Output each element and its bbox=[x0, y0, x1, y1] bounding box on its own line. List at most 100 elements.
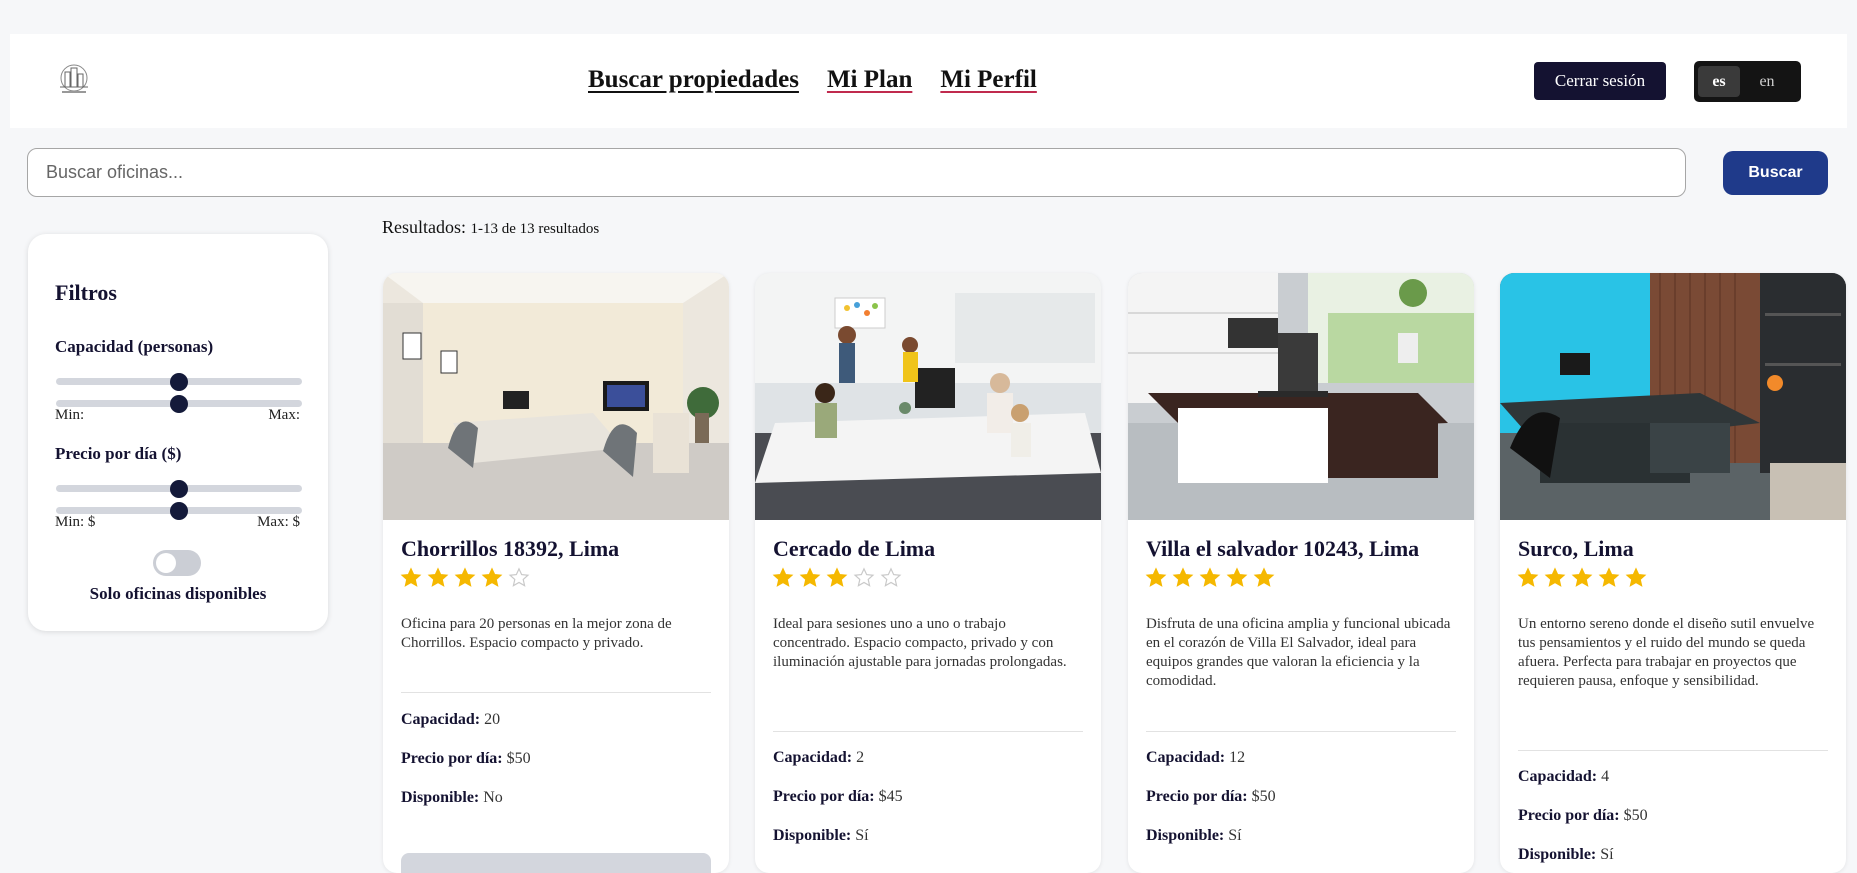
availability-label: Disponible: bbox=[1146, 827, 1225, 844]
price-filter-label: Precio por día ($) bbox=[55, 444, 182, 463]
star-filled-icon bbox=[1145, 567, 1167, 587]
price-label: Precio por día: bbox=[1518, 807, 1620, 824]
card-description: Oficina para 20 personas en la mejor zon… bbox=[401, 616, 672, 651]
price-row: Precio por día: $45 bbox=[773, 788, 903, 806]
available-only-toggle[interactable] bbox=[153, 550, 201, 576]
rating-stars bbox=[1145, 567, 1275, 589]
capacity-label: Capacidad: bbox=[1518, 768, 1598, 785]
star-filled-icon bbox=[454, 567, 476, 587]
star-filled-icon bbox=[1544, 567, 1566, 587]
star-filled-icon bbox=[1625, 567, 1647, 587]
capacity-row: Capacidad: 12 bbox=[1146, 749, 1245, 767]
star-filled-icon bbox=[772, 567, 794, 587]
star-filled-icon bbox=[1226, 567, 1248, 587]
star-empty-icon bbox=[880, 567, 902, 587]
card-description: Disfruta de una oficina amplia y funcion… bbox=[1146, 616, 1451, 689]
price-label: Precio por día: bbox=[401, 750, 503, 767]
available-only-label: Solo oficinas disponibles bbox=[89, 584, 267, 603]
price-min-slider[interactable] bbox=[56, 480, 302, 498]
capacity-value: 4 bbox=[1601, 768, 1610, 785]
star-filled-icon bbox=[799, 567, 821, 587]
card-divider bbox=[1518, 750, 1828, 751]
price-value: $45 bbox=[878, 788, 903, 805]
star-filled-icon bbox=[1253, 567, 1275, 587]
availability-label: Disponible: bbox=[1518, 846, 1597, 863]
availability-value: Sí bbox=[1600, 846, 1614, 863]
property-image bbox=[755, 273, 1101, 520]
card-title: Surco, Lima bbox=[1518, 536, 1634, 561]
nav-my-plan[interactable]: Mi Plan bbox=[827, 66, 912, 94]
star-filled-icon bbox=[400, 567, 422, 587]
card-title: Cercado de Lima bbox=[773, 536, 936, 561]
property-image bbox=[1128, 273, 1474, 520]
capacity-label: Capacidad: bbox=[773, 749, 853, 766]
availability-label: Disponible: bbox=[401, 789, 480, 806]
reserve-button[interactable] bbox=[401, 853, 711, 873]
availability-value: No bbox=[483, 789, 503, 806]
property-image bbox=[383, 273, 729, 520]
availability-row: Disponible: No bbox=[401, 789, 503, 807]
logout-button[interactable]: Cerrar sesión bbox=[1534, 62, 1666, 100]
capacity-filter-label: Capacidad (personas) bbox=[55, 337, 214, 356]
availability-value: Sí bbox=[1228, 827, 1242, 844]
nav-search-properties[interactable]: Buscar propiedades bbox=[588, 66, 799, 94]
language-switcher: es en bbox=[1694, 61, 1801, 102]
star-filled-icon bbox=[1199, 567, 1221, 587]
slider-thumb[interactable] bbox=[170, 373, 188, 391]
lang-en-option[interactable]: en bbox=[1746, 66, 1788, 97]
star-filled-icon bbox=[481, 567, 503, 587]
capacity-row: Capacidad: 4 bbox=[1518, 768, 1609, 786]
nav-my-profile[interactable]: Mi Perfil bbox=[940, 66, 1036, 94]
availability-value: Sí bbox=[855, 827, 869, 844]
card-title: Chorrillos 18392, Lima bbox=[401, 536, 620, 561]
slider-thumb[interactable] bbox=[170, 502, 188, 520]
capacity-value: 12 bbox=[1229, 749, 1246, 766]
price-label: Precio por día: bbox=[1146, 788, 1248, 805]
property-card[interactable]: Cercado de Lima Ideal para sesiones uno … bbox=[755, 273, 1101, 873]
results-count: Resultados: 1-13 de 13 resultados bbox=[382, 217, 599, 238]
rating-stars bbox=[1517, 567, 1647, 589]
star-empty-icon bbox=[508, 567, 530, 587]
availability-row: Disponible: Sí bbox=[1146, 827, 1242, 845]
slider-thumb[interactable] bbox=[170, 480, 188, 498]
star-filled-icon bbox=[1571, 567, 1593, 587]
capacity-max-slider[interactable] bbox=[56, 395, 302, 413]
card-divider bbox=[1146, 731, 1456, 732]
slider-thumb[interactable] bbox=[170, 395, 188, 413]
property-card[interactable]: Chorrillos 18392, Lima Oficina para 20 p… bbox=[383, 273, 729, 873]
toggle-knob bbox=[156, 553, 176, 573]
capacity-row: Capacidad: 2 bbox=[773, 749, 864, 767]
price-value: $50 bbox=[1251, 788, 1276, 805]
star-empty-icon bbox=[853, 567, 875, 587]
rating-stars bbox=[400, 567, 530, 589]
price-min-label: Min: $ bbox=[55, 514, 96, 530]
capacity-min-slider[interactable] bbox=[56, 373, 302, 391]
availability-label: Disponible: bbox=[773, 827, 852, 844]
card-description: Un entorno sereno donde el diseño sutil … bbox=[1518, 616, 1815, 689]
capacity-value: 2 bbox=[856, 749, 865, 766]
star-filled-icon bbox=[1598, 567, 1620, 587]
company-logo[interactable] bbox=[54, 63, 94, 99]
card-title: Villa el salvador 10243, Lima bbox=[1146, 536, 1420, 561]
results-label: Resultados: bbox=[382, 217, 466, 237]
star-filled-icon bbox=[427, 567, 449, 587]
filters-title: Filtros bbox=[55, 280, 117, 305]
search-button[interactable]: Buscar bbox=[1723, 151, 1828, 195]
price-label: Precio por día: bbox=[773, 788, 875, 805]
lang-es-option[interactable]: es bbox=[1698, 66, 1740, 97]
price-max-label: Max: $ bbox=[257, 514, 300, 530]
price-value: $50 bbox=[506, 750, 531, 767]
availability-row: Disponible: Sí bbox=[1518, 846, 1614, 864]
property-card[interactable]: Surco, Lima Un entorno sereno donde el d… bbox=[1500, 273, 1846, 873]
star-filled-icon bbox=[1172, 567, 1194, 587]
price-row: Precio por día: $50 bbox=[1146, 788, 1276, 806]
card-divider bbox=[773, 731, 1083, 732]
capacity-min-label: Min: bbox=[55, 407, 85, 423]
main-nav: Buscar propiedades Mi Plan Mi Perfil bbox=[588, 66, 1037, 94]
capacity-max-label: Max: bbox=[268, 407, 300, 423]
availability-row: Disponible: Sí bbox=[773, 827, 869, 845]
property-card[interactable]: Villa el salvador 10243, Lima Disfruta d… bbox=[1128, 273, 1474, 873]
price-max-slider[interactable] bbox=[56, 502, 302, 520]
price-row: Precio por día: $50 bbox=[401, 750, 531, 768]
search-input[interactable] bbox=[27, 148, 1686, 197]
